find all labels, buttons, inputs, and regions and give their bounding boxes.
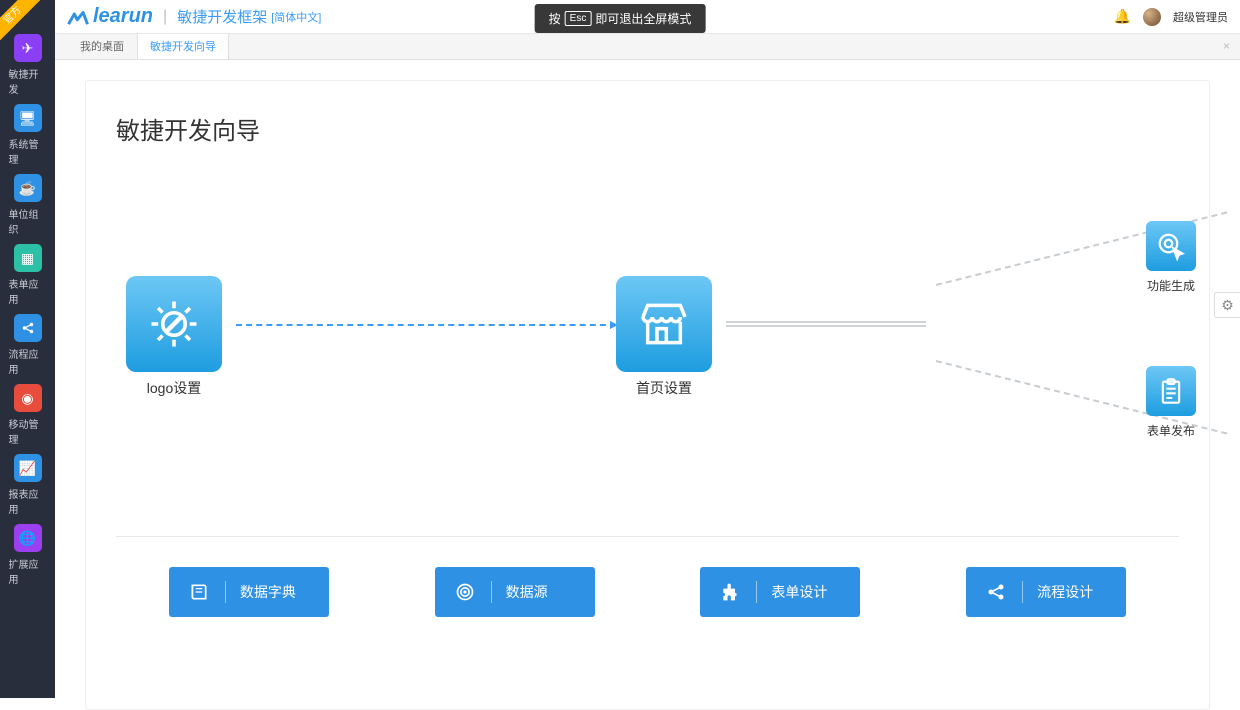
android-icon: ◉ — [14, 384, 42, 412]
node-form[interactable]: 表单发布 — [1146, 366, 1196, 439]
esc-key: Esc — [565, 11, 592, 26]
puzzle-icon — [718, 582, 742, 602]
lang-switch[interactable]: [简体中文] — [271, 9, 321, 25]
btn-datasource[interactable]: 数据源 — [435, 567, 595, 617]
logo-icon — [67, 9, 89, 25]
divider — [116, 536, 1179, 537]
sidebar-item-3[interactable]: ▦ 表单应用 — [9, 244, 47, 306]
settings-gear-icon[interactable]: ⚙ — [1214, 292, 1240, 318]
clipboard-icon — [1146, 366, 1196, 416]
share-icon — [14, 314, 42, 342]
tab-wizard[interactable]: 敏捷开发向导 — [137, 32, 229, 59]
sidebar-item-5[interactable]: ◉ 移动管理 — [9, 384, 47, 446]
sidebar-item-2[interactable]: ☕ 单位组织 — [9, 174, 47, 236]
bottom-buttons: 数据字典 数据源 表单设计 流程设计 — [116, 567, 1179, 617]
wizard-title: 敏捷开发向导 — [116, 111, 1179, 146]
btn-flowdesign[interactable]: 流程设计 — [966, 567, 1126, 617]
sidebar: ✈ 敏捷开发 🖥 系统管理 ☕ 单位组织 ▦ 表单应用 流程应用 ◉ 移动管理 … — [0, 0, 55, 698]
header-title: 敏捷开发框架 — [177, 6, 267, 27]
tab-close-icon[interactable]: × — [1223, 39, 1230, 53]
sidebar-item-0[interactable]: ✈ 敏捷开发 — [9, 34, 47, 96]
brand-logo[interactable]: learun — [67, 5, 153, 28]
wizard-card: 敏捷开发向导 logo设置 首页设置 — [85, 80, 1210, 710]
tab-bar: 我的桌面 敏捷开发向导 × — [55, 34, 1240, 60]
sidebar-item-7[interactable]: 🌐 扩展应用 — [9, 524, 47, 586]
cursor-target-icon — [1146, 221, 1196, 271]
node-logo[interactable]: logo设置 — [126, 276, 222, 398]
plane-icon: ✈ — [14, 34, 42, 62]
store-icon — [616, 276, 712, 372]
coffee-icon: ☕ — [14, 174, 42, 202]
connector-blue — [236, 324, 616, 326]
grid-icon: ▦ — [14, 244, 42, 272]
sidebar-item-6[interactable]: 📈 报表应用 — [9, 454, 47, 516]
node-home[interactable]: 首页设置 — [616, 276, 712, 398]
book-icon — [187, 582, 211, 602]
wizard-diagram: logo设置 首页设置 功能生成 表单发布 — [116, 176, 1179, 476]
node-gen[interactable]: 功能生成 — [1146, 221, 1196, 294]
avatar[interactable] — [1143, 8, 1161, 26]
chart-icon: 📈 — [14, 454, 42, 482]
share-nodes-icon — [984, 582, 1008, 602]
fullscreen-banner: 按 Esc 即可退出全屏模式 — [535, 4, 706, 33]
globe-icon: 🌐 — [14, 524, 42, 552]
btn-formdesign[interactable]: 表单设计 — [700, 567, 860, 617]
target-icon — [453, 582, 477, 602]
main-panel: 敏捷开发向导 logo设置 首页设置 — [55, 60, 1240, 698]
bell-icon[interactable]: 🔔 — [1114, 8, 1131, 25]
btn-dictionary[interactable]: 数据字典 — [169, 567, 329, 617]
tab-desktop[interactable]: 我的桌面 — [67, 32, 137, 59]
sidebar-item-1[interactable]: 🖥 系统管理 — [9, 104, 47, 166]
sidebar-item-4[interactable]: 流程应用 — [9, 314, 47, 376]
connector-grey — [726, 321, 926, 327]
user-name[interactable]: 超级管理员 — [1173, 9, 1228, 25]
monitor-icon: 🖥 — [14, 104, 42, 132]
gear-wrench-icon — [126, 276, 222, 372]
